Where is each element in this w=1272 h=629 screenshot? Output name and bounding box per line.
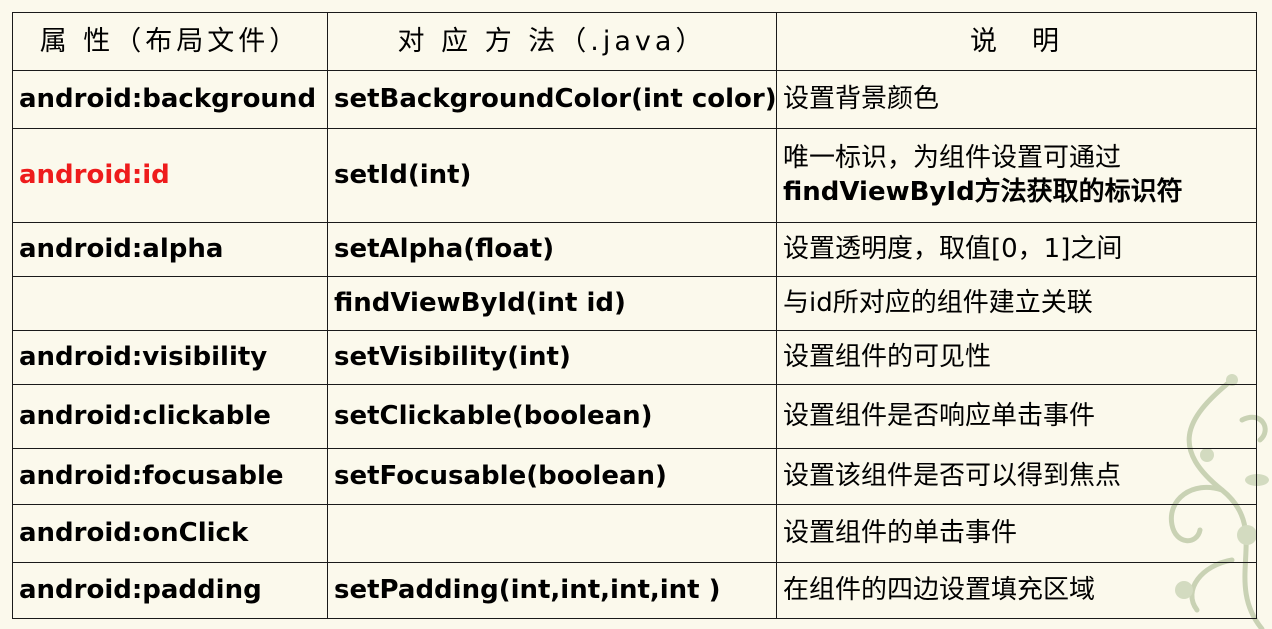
attribute-method-table: 属 性（布局文件） 对 应 方 法（.java） 说 明 android:bac… [12, 12, 1257, 619]
attribute-cell: android:alpha [12, 222, 328, 277]
description-line: 设置透明度，取值[0，1]之间 [783, 233, 1123, 264]
method-cell: setVisibility(int) [327, 330, 777, 385]
method-cell: setAlpha(float) [327, 222, 777, 277]
description-cell: 设置该组件是否可以得到焦点 [776, 448, 1257, 505]
description-line: 唯一标识，为组件设置可通过 [783, 142, 1122, 173]
method-cell: setClickable(boolean) [327, 384, 777, 449]
description-line: 设置组件的单击事件 [783, 517, 1018, 548]
table-row: android:id setId(int) 唯一标识，为组件设置可通过 findV… [12, 128, 1257, 223]
table-row: android:visibility setVisibility(int) 设置… [12, 330, 1257, 385]
description-cell: 设置组件的可见性 [776, 330, 1257, 385]
description-line: 设置组件是否响应单击事件 [783, 400, 1096, 431]
description-line: 与id所对应的组件建立关联 [783, 287, 1093, 318]
attribute-cell: android:onClick [12, 504, 328, 563]
attribute-cell: android:background [12, 70, 328, 129]
table-row: android:background setBackgroundColor(in… [12, 70, 1257, 129]
attribute-cell: android:visibility [12, 330, 328, 385]
header-method: 对 应 方 法（.java） [327, 12, 777, 71]
table-row: findViewById(int id) 与id所对应的组件建立关联 [12, 276, 1257, 331]
description-line: 设置组件的可见性 [783, 341, 992, 372]
header-description: 说 明 [776, 12, 1257, 71]
description-line: 设置背景颜色 [783, 83, 940, 114]
description-cell: 设置组件的单击事件 [776, 504, 1257, 563]
description-cell: 在组件的四边设置填充区域 [776, 562, 1257, 619]
table-row: android:focusable setFocusable(boolean) … [12, 448, 1257, 505]
table-row: android:padding setPadding(int,int,int,i… [12, 562, 1257, 619]
attribute-cell: android:clickable [12, 384, 328, 449]
table-header-row: 属 性（布局文件） 对 应 方 法（.java） 说 明 [12, 12, 1257, 71]
method-cell [327, 504, 777, 563]
attribute-cell [12, 276, 328, 331]
attribute-cell: android:focusable [12, 448, 328, 505]
description-line: 在组件的四边设置填充区域 [783, 574, 1096, 605]
header-attribute: 属 性（布局文件） [12, 12, 328, 71]
table-row: android:clickable setClickable(boolean) … [12, 384, 1257, 449]
description-cell: 设置透明度，取值[0，1]之间 [776, 222, 1257, 277]
method-cell: setBackgroundColor(int color) [327, 70, 777, 129]
method-cell: findViewById(int id) [327, 276, 777, 331]
table-row: android:alpha setAlpha(float) 设置透明度，取值[0… [12, 222, 1257, 277]
table-row: android:onClick 设置组件的单击事件 [12, 504, 1257, 563]
description-cell: 与id所对应的组件建立关联 [776, 276, 1257, 331]
attribute-cell: android:id [12, 128, 328, 223]
method-cell: setId(int) [327, 128, 777, 223]
description-cell: 唯一标识，为组件设置可通过 findViewById方法获取的标识符 [776, 128, 1257, 223]
description-cell: 设置组件是否响应单击事件 [776, 384, 1257, 449]
method-cell: setPadding(int,int,int,int ) [327, 562, 777, 619]
description-line: findViewById方法获取的标识符 [783, 176, 1183, 207]
description-line: 设置该组件是否可以得到焦点 [783, 460, 1122, 491]
description-cell: 设置背景颜色 [776, 70, 1257, 129]
attribute-cell: android:padding [12, 562, 328, 619]
method-cell: setFocusable(boolean) [327, 448, 777, 505]
